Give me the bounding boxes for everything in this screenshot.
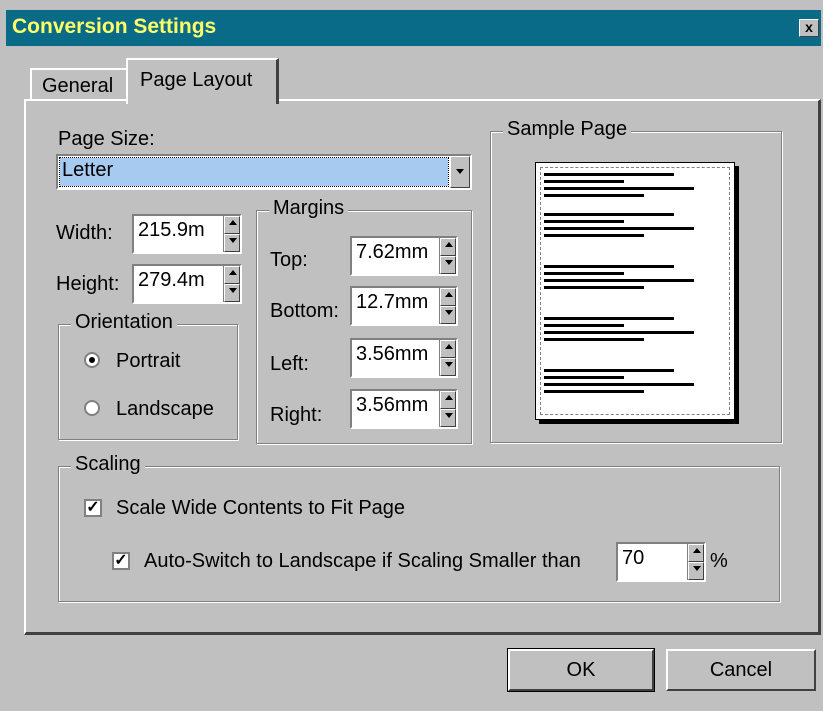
margin-left-value: 3.56mm xyxy=(356,343,429,365)
orientation-group: Orientation xyxy=(58,311,238,440)
sample-text-line xyxy=(544,324,624,327)
sample-text-line xyxy=(544,187,694,190)
margin-left-label: Left: xyxy=(270,353,309,375)
spin-down-icon[interactable] xyxy=(440,306,456,324)
conversion-settings-dialog: Conversion Settings x General Page Layou… xyxy=(0,0,823,711)
margin-bottom-field[interactable]: 12.7mm xyxy=(350,286,458,326)
width-spinner[interactable] xyxy=(223,216,240,252)
sample-page-legend: Sample Page xyxy=(503,118,632,141)
margin-top-value: 7.62mm xyxy=(356,241,429,263)
scale-wide-checkbox[interactable]: ✓ xyxy=(84,499,102,517)
title-bar[interactable]: Conversion Settings x xyxy=(6,10,821,46)
margins-legend: Margins xyxy=(269,197,349,220)
margin-right-field[interactable]: 3.56mm xyxy=(350,389,458,429)
scale-wide-label[interactable]: Scale Wide Contents to Fit Page xyxy=(116,497,405,520)
sample-text-line xyxy=(544,227,694,230)
spin-down-icon[interactable] xyxy=(440,409,456,427)
scaling-legend: Scaling xyxy=(71,453,145,476)
height-label: Height: xyxy=(56,273,120,295)
sample-text-line xyxy=(544,220,624,223)
tab-page-layout-label: Page Layout xyxy=(140,69,253,91)
margin-right-value: 3.56mm xyxy=(356,394,429,416)
spin-up-icon[interactable] xyxy=(440,391,456,409)
sample-text-line xyxy=(544,383,694,386)
spin-up-icon[interactable] xyxy=(440,238,456,256)
margin-top-spinner[interactable] xyxy=(439,238,456,274)
margin-left-spinner[interactable] xyxy=(439,340,456,376)
scaling-threshold-field[interactable]: 70 xyxy=(616,542,706,582)
width-label: Width: xyxy=(56,222,113,244)
tab-page-layout[interactable]: Page Layout xyxy=(126,58,279,104)
page-size-selection-highlight xyxy=(59,157,449,187)
ok-button[interactable]: OK xyxy=(507,648,655,692)
margin-right-spinner[interactable] xyxy=(439,391,456,427)
landscape-label[interactable]: Landscape xyxy=(116,398,214,421)
sample-text-line xyxy=(544,331,694,334)
spin-up-icon[interactable] xyxy=(224,266,240,284)
close-button[interactable]: x xyxy=(799,19,819,37)
spin-up-icon[interactable] xyxy=(224,216,240,234)
sample-text-line xyxy=(544,265,674,268)
sample-text-line xyxy=(544,213,674,216)
sample-text-line xyxy=(544,338,644,341)
orientation-legend: Orientation xyxy=(71,311,177,334)
landscape-radio[interactable] xyxy=(84,400,100,416)
sample-text-line xyxy=(544,317,674,320)
chevron-down-icon[interactable] xyxy=(450,156,470,188)
spin-down-icon[interactable] xyxy=(224,234,240,252)
percent-label: % xyxy=(710,550,728,572)
scaling-threshold-spinner[interactable] xyxy=(687,544,704,580)
width-value: 215.9m xyxy=(138,219,205,241)
page-size-value: Letter xyxy=(62,159,114,181)
page-size-select[interactable]: Letter xyxy=(56,154,472,190)
sample-text-line xyxy=(544,286,644,289)
sample-text-line xyxy=(544,369,674,372)
cancel-button[interactable]: Cancel xyxy=(666,649,816,691)
page-size-label: Page Size: xyxy=(58,128,155,150)
scaling-threshold-value: 70 xyxy=(622,547,645,569)
tab-general-label: General xyxy=(42,75,114,97)
height-field[interactable]: 279.4m xyxy=(132,264,242,304)
sample-text-line xyxy=(544,390,644,393)
spin-up-icon[interactable] xyxy=(688,544,704,562)
auto-switch-label[interactable]: Auto-Switch to Landscape if Scaling Smal… xyxy=(144,550,581,573)
sample-text-line xyxy=(544,173,674,176)
portrait-label[interactable]: Portrait xyxy=(116,350,180,373)
spin-up-icon[interactable] xyxy=(440,288,456,306)
spin-up-icon[interactable] xyxy=(440,340,456,358)
sample-page-preview xyxy=(535,162,735,420)
spin-down-icon[interactable] xyxy=(224,284,240,302)
margin-bottom-spinner[interactable] xyxy=(439,288,456,324)
sample-text-line xyxy=(544,279,694,282)
spin-down-icon[interactable] xyxy=(688,562,704,580)
sample-text-line xyxy=(544,272,624,275)
sample-text-line xyxy=(544,376,624,379)
margin-bottom-label: Bottom: xyxy=(270,300,339,322)
spin-down-icon[interactable] xyxy=(440,358,456,376)
portrait-radio[interactable] xyxy=(84,352,100,368)
margin-top-field[interactable]: 7.62mm xyxy=(350,236,458,276)
margin-right-label: Right: xyxy=(270,404,323,426)
spin-down-icon[interactable] xyxy=(440,256,456,274)
tab-general[interactable]: General xyxy=(30,68,128,100)
width-field[interactable]: 215.9m xyxy=(132,214,242,254)
auto-switch-checkbox[interactable]: ✓ xyxy=(112,552,130,570)
sample-text-line xyxy=(544,234,644,237)
margin-top-label: Top: xyxy=(270,249,308,271)
height-value: 279.4m xyxy=(138,269,205,291)
sample-text-line xyxy=(544,180,624,183)
margin-left-field[interactable]: 3.56mm xyxy=(350,338,458,378)
height-spinner[interactable] xyxy=(223,266,240,302)
sample-text-line xyxy=(544,194,644,197)
dialog-title: Conversion Settings xyxy=(12,15,217,38)
margin-bottom-value: 12.7mm xyxy=(356,291,429,313)
